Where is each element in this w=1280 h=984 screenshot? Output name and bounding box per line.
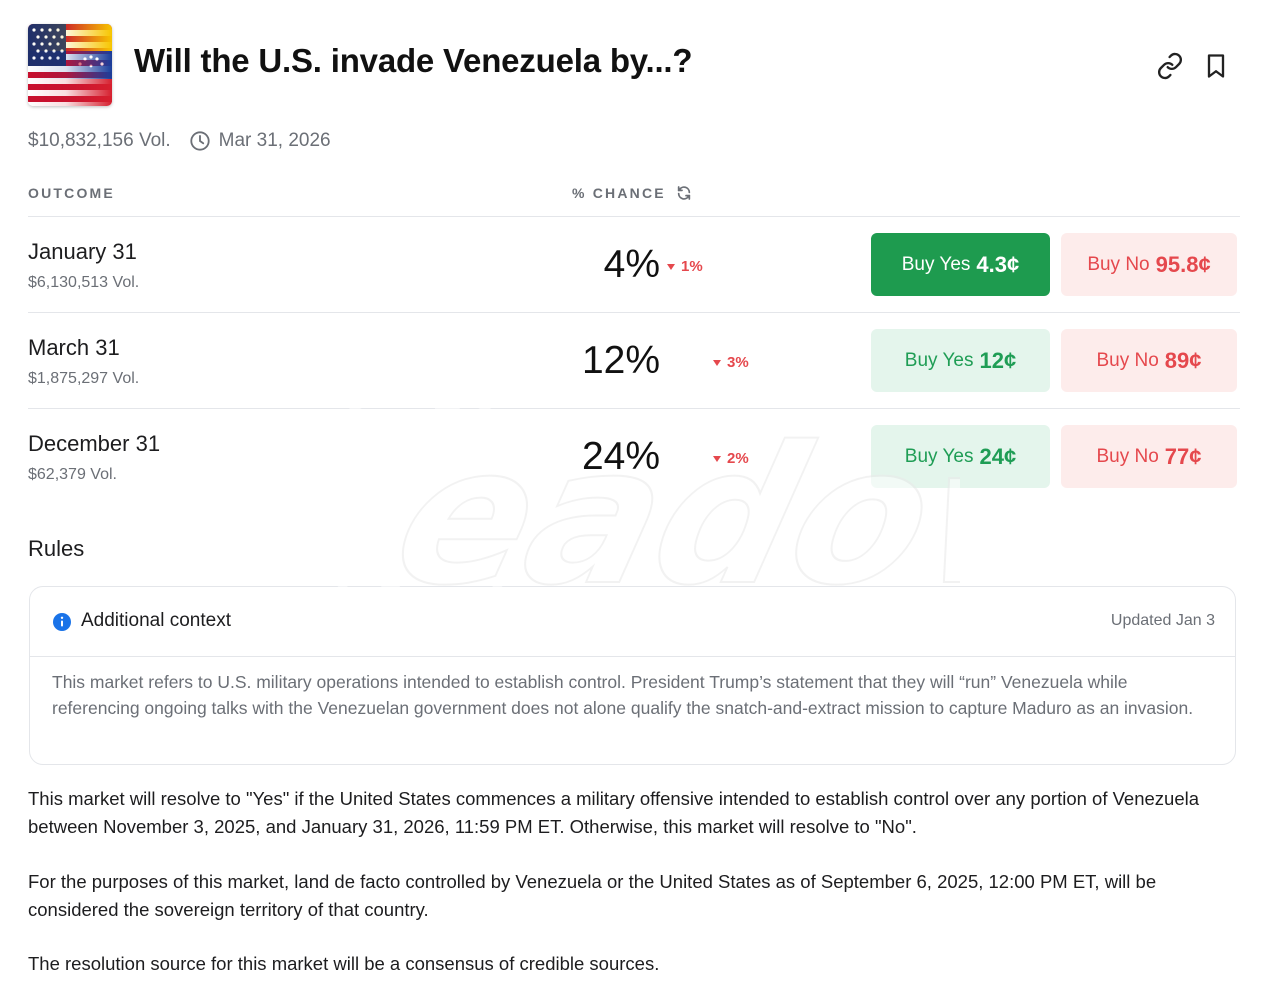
caret-down-icon (666, 262, 676, 272)
buy-no-label: Buy No (1096, 445, 1159, 467)
rules-paragraph: The resolution source for this market wi… (28, 953, 660, 974)
outcome-name: December 31 (28, 431, 161, 456)
clock-icon (189, 130, 211, 152)
chance-column-label: % CHANCE (572, 185, 666, 201)
chance-delta: 3% (712, 354, 749, 371)
market-meta: $10,832,156 Vol. Mar 31, 2026 (28, 128, 331, 154)
chance-delta: 1% (666, 258, 703, 275)
buy-no-button[interactable]: Buy No 77¢ (1061, 425, 1237, 488)
context-header: Additional context Updated Jan 3 (30, 587, 1235, 657)
outcome-volume: $62,379 Vol. (28, 466, 117, 483)
chance-delta: 2% (712, 450, 749, 467)
outcome-name: January 31 (28, 239, 137, 264)
chance-delta-value: 1% (681, 258, 703, 275)
rules-paragraph: This market will resolve to "Yes" if the… (28, 788, 1200, 837)
buy-no-price: 89¢ (1164, 347, 1202, 373)
buy-yes-price: 4.3¢ (976, 251, 1020, 277)
chance-percent: 4% (603, 243, 660, 286)
buy-no-button[interactable]: Buy No 95.8¢ (1061, 233, 1237, 296)
buy-no-button[interactable]: Buy No 89¢ (1061, 329, 1237, 392)
context-title: Additional context (81, 610, 231, 631)
additional-context-card: Additional context Updated Jan 3 This ma… (29, 586, 1236, 765)
end-date: Mar 31, 2026 (218, 130, 331, 151)
outcome-chance: 12% 3% (548, 339, 798, 385)
chance-percent: 24% (581, 435, 660, 478)
total-volume: $10,832,156 Vol. (28, 130, 171, 151)
buy-no-label: Buy No (1096, 349, 1159, 371)
outcome-column-header: OUTCOME (28, 185, 115, 201)
buy-yes-price: 24¢ (979, 443, 1017, 469)
buy-yes-button[interactable]: Buy Yes 4.3¢ (871, 233, 1050, 296)
market-header: Will the U.S. invade Venezuela by...? (28, 24, 1240, 108)
buy-yes-label: Buy Yes (901, 253, 971, 275)
outcome-chance: 24% 2% (548, 435, 798, 481)
caret-down-icon (712, 454, 722, 464)
chance-delta-value: 3% (727, 354, 749, 371)
buy-yes-button[interactable]: Buy Yes 24¢ (871, 425, 1050, 488)
us-venezuela-flag-icon (28, 24, 112, 106)
buy-yes-price: 12¢ (979, 347, 1017, 373)
buy-no-price: 95.8¢ (1155, 251, 1211, 277)
market-title: Will the U.S. invade Venezuela by...? (134, 42, 693, 79)
caret-down-icon (712, 358, 722, 368)
context-body: This market refers to U.S. military oper… (52, 672, 1194, 718)
buy-no-label: Buy No (1087, 253, 1150, 275)
outcome-row-december-31: December 31 $62,379 Vol. 24% 2% Buy Yes … (28, 409, 1240, 504)
chance-column-header: % CHANCE (572, 185, 692, 201)
outcome-name: March 31 (28, 335, 120, 360)
rules-heading: Rules (28, 536, 85, 561)
bookmark-icon[interactable] (1202, 52, 1230, 80)
outcome-row-january-31: January 31 $6,130,513 Vol. 4% 1% Buy Yes… (28, 217, 1240, 312)
buy-yes-button[interactable]: Buy Yes 12¢ (871, 329, 1050, 392)
outcome-chance: 4% 1% (548, 243, 798, 289)
buy-yes-label: Buy Yes (904, 349, 974, 371)
refresh-icon[interactable] (676, 185, 692, 201)
info-icon (52, 612, 72, 632)
outcome-row-march-31: March 31 $1,875,297 Vol. 12% 3% Buy Yes … (28, 313, 1240, 408)
buy-yes-label: Buy Yes (904, 445, 974, 467)
chance-delta-value: 2% (727, 450, 749, 467)
context-updated: Updated Jan 3 (1110, 612, 1215, 629)
link-icon[interactable] (1156, 52, 1184, 80)
chance-percent: 12% (581, 339, 660, 382)
buy-no-price: 77¢ (1164, 443, 1202, 469)
outcome-volume: $6,130,513 Vol. (28, 274, 140, 291)
rules-paragraph: For the purposes of this market, land de… (28, 871, 1157, 920)
outcome-volume: $1,875,297 Vol. (28, 370, 140, 387)
